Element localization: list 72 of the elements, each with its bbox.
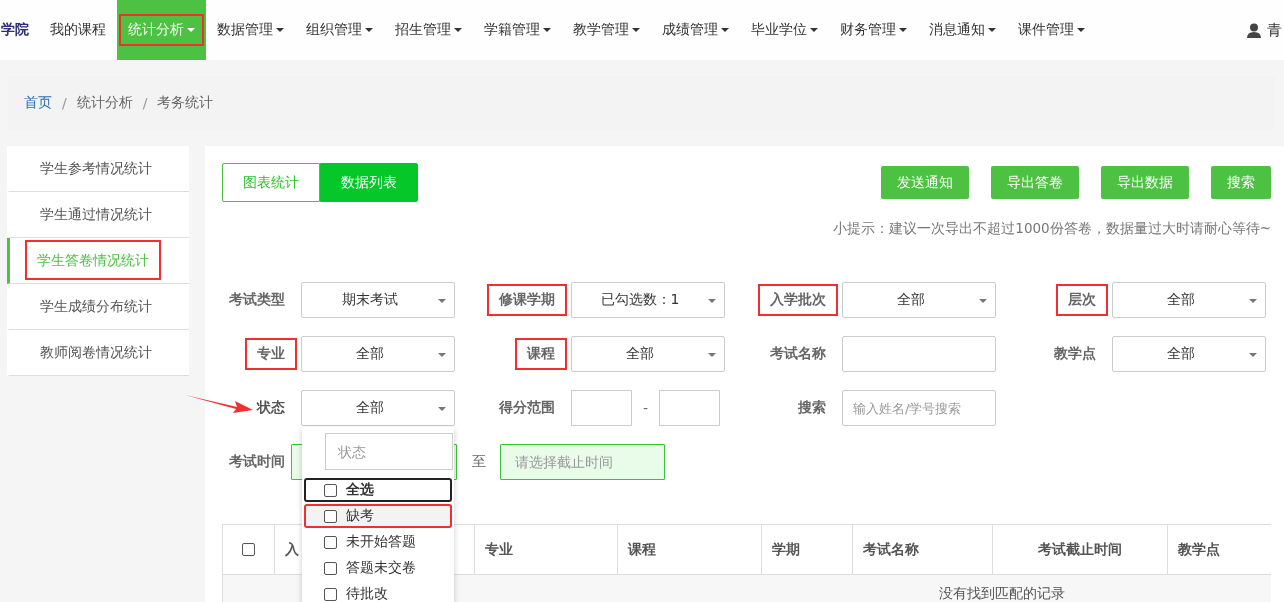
filter-label: 状态 [257, 399, 285, 417]
breadcrumb-link[interactable]: 统计分析 [76, 94, 133, 112]
filter-label: 教学点 [1054, 345, 1096, 363]
select-field[interactable]: 全部 [301, 336, 455, 372]
dropdown-option[interactable]: 全选 [304, 478, 452, 502]
nav-menu-item[interactable]: 我的课程 [39, 0, 117, 60]
checkbox[interactable] [324, 483, 337, 497]
text-field[interactable] [842, 336, 996, 372]
option-label: 全选 [346, 481, 374, 499]
checkbox[interactable] [324, 509, 337, 523]
user-icon [1247, 22, 1261, 38]
min-score-field[interactable] [571, 390, 632, 426]
option-label: 未开始答题 [346, 533, 416, 551]
dropdown-option[interactable]: 答题未交卷 [304, 556, 452, 580]
filter-label: 得分范围 [499, 399, 555, 417]
filter-label: 考试名称 [770, 345, 826, 363]
select-field[interactable]: 全部 [842, 282, 996, 318]
option-label: 答题未交卷 [346, 559, 416, 577]
hint-text: 小提示：建议一次导出不超过1000份答卷，数据量过大时请耐心等待~ [832, 220, 1271, 238]
breadcrumb-link[interactable]: 首页 [24, 94, 52, 112]
nav-menu-item[interactable]: 毕业学位 [740, 0, 829, 60]
select-field[interactable]: 已勾选数：1 [571, 282, 725, 318]
select-field[interactable]: 全部 [1112, 282, 1266, 318]
range-separator: - [641, 400, 650, 416]
column-header: 入 [285, 540, 299, 559]
column-header: 学期 [772, 540, 800, 559]
end-date-field[interactable]: 请选择截止时间 [500, 444, 665, 480]
breadcrumb-separator: / [142, 95, 148, 111]
logo-text: 学院 [1, 21, 29, 39]
nav-menu-item[interactable]: 学籍管理 [473, 0, 562, 60]
option-label: 待批改 [346, 585, 388, 602]
nav-menu-item[interactable]: 成绩管理 [651, 0, 740, 60]
dropdown-option[interactable]: 未开始答题 [304, 530, 452, 554]
select-field[interactable]: 期末考试 [301, 282, 455, 318]
column-header: 考试名称 [863, 540, 919, 559]
search-field[interactable]: 输入姓名/学号搜索 [842, 390, 996, 426]
max-score-field[interactable] [659, 390, 720, 426]
nav-menu-item[interactable]: 教学管理 [562, 0, 651, 60]
filter-label: 课程 [515, 338, 567, 370]
option-label: 缺考 [346, 507, 374, 525]
column-header: 专业 [485, 540, 513, 559]
filter-label: 考试类型 [229, 291, 285, 309]
nav-menu-item[interactable]: 消息通知 [918, 0, 1007, 60]
filter-label: 专业 [245, 338, 297, 370]
nav-menu-item[interactable]: 招生管理 [384, 0, 473, 60]
nav-menu-item[interactable]: 数据管理 [206, 0, 295, 60]
dropdown-option[interactable]: 缺考 [304, 504, 452, 528]
empty-message: 没有找到匹配的记录 [939, 585, 1065, 602]
column-header: 课程 [628, 540, 656, 559]
nav-menu-item[interactable]: 财务管理 [829, 0, 918, 60]
select-field[interactable]: 全部 [1112, 336, 1266, 372]
range-separator: 至 [470, 453, 487, 471]
column-header: 教学点 [1178, 540, 1220, 559]
select-field[interactable]: 全部 [301, 390, 455, 426]
filter-label: 层次 [1056, 284, 1108, 316]
dropdown-search-field[interactable]: 状态 [325, 433, 453, 470]
checkbox[interactable] [324, 535, 337, 549]
filter-label: 修课学期 [487, 284, 567, 316]
nav-menu-item[interactable]: 组织管理 [295, 0, 384, 60]
select-field[interactable]: 全部 [571, 336, 725, 372]
breadcrumb-separator: / [62, 95, 67, 111]
dropdown-option[interactable]: 待批改 [304, 582, 452, 602]
checkbox[interactable] [324, 561, 337, 575]
filter-label: 入学批次 [758, 284, 838, 316]
select-all-checkbox[interactable] [242, 543, 255, 556]
column-header: 考试截止时间 [1038, 540, 1122, 559]
user-name[interactable]: 青 [1267, 20, 1282, 40]
filter-label: 考试时间 [229, 453, 285, 471]
filter-label: 搜索 [798, 399, 826, 417]
breadcrumb-current: 考务统计 [157, 94, 214, 112]
nav-menu-item[interactable]: 课件管理 [1007, 0, 1096, 60]
checkbox[interactable] [324, 587, 337, 601]
